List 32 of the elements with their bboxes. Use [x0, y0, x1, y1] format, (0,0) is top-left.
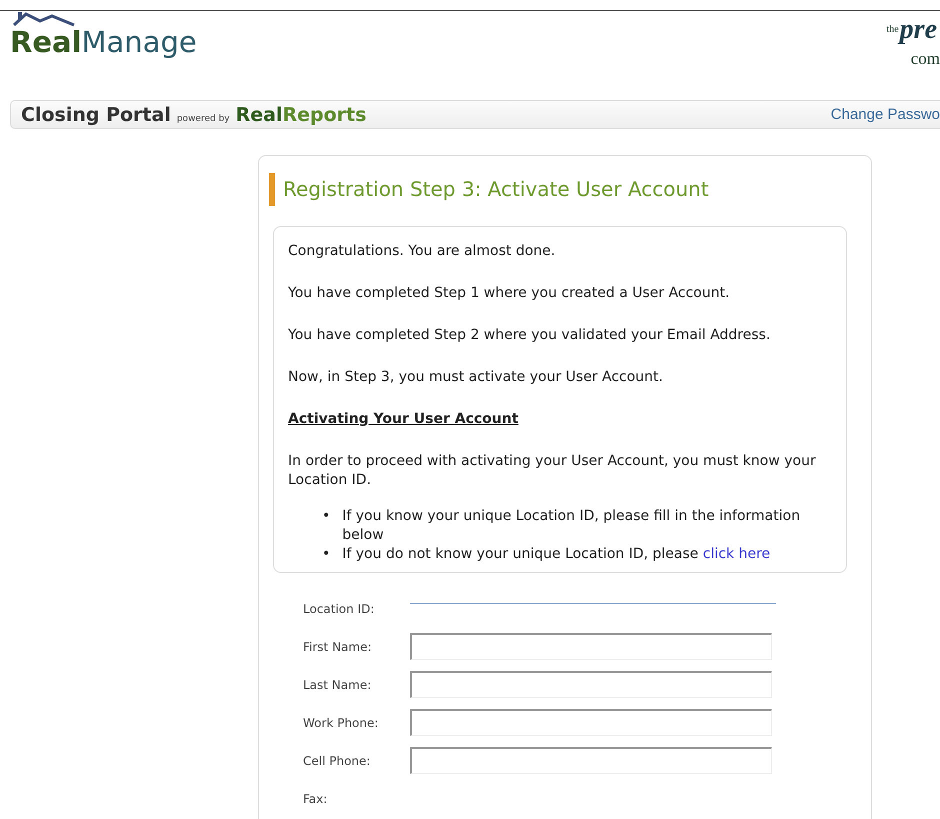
accent-bar	[269, 172, 275, 206]
card-title: Registration Step 3: Activate User Account	[283, 177, 709, 201]
bullet-marker: •	[322, 545, 330, 564]
info-paragraph: In order to proceed with activating your User Account, you must know your Location ID.	[288, 452, 817, 490]
logo-text: RealManage	[10, 25, 197, 59]
bullet-marker: •	[322, 507, 330, 526]
portal-title: Closing Portal	[21, 104, 171, 126]
section-heading: Activating Your User Account	[288, 410, 520, 429]
bullet-text: If you know your unique Location ID, please fill in the information below	[342, 507, 802, 545]
powered-by-text: powered by	[176, 114, 230, 124]
field-label: First Name:	[303, 640, 373, 654]
input-field[interactable]	[410, 709, 772, 736]
info-paragraph: You have completed Step 1 where you created a User Account.	[288, 284, 731, 303]
partner-logo-small: the	[886, 23, 899, 35]
field-label: Fax:	[303, 792, 328, 806]
info-paragraph: You have completed Step 2 where you validated your Email Address.	[288, 326, 772, 345]
partner-logo-subtext: com	[910, 49, 940, 69]
brand-text: RealReports	[236, 104, 366, 126]
field-label: Cell Phone:	[303, 754, 372, 768]
input-field[interactable]	[410, 747, 772, 774]
input-field[interactable]	[410, 633, 772, 660]
bullet-text: If you do not know your unique Location ID, please click here	[342, 545, 770, 564]
roof-icon	[12, 11, 76, 29]
change-password-link[interactable]: Change Passwo	[830, 106, 940, 123]
field-label: Location ID:	[303, 602, 376, 616]
info-paragraph: Congratulations. You are almost done.	[288, 242, 556, 261]
field-label: Last Name:	[303, 678, 372, 692]
field-label: Work Phone:	[303, 716, 380, 730]
input-field[interactable]	[410, 671, 772, 698]
click-here-link[interactable]: click here	[702, 546, 770, 562]
info-paragraph: Now, in Step 3, you must activate your User Account.	[288, 368, 664, 387]
partner-logo-text: pre	[900, 17, 938, 43]
